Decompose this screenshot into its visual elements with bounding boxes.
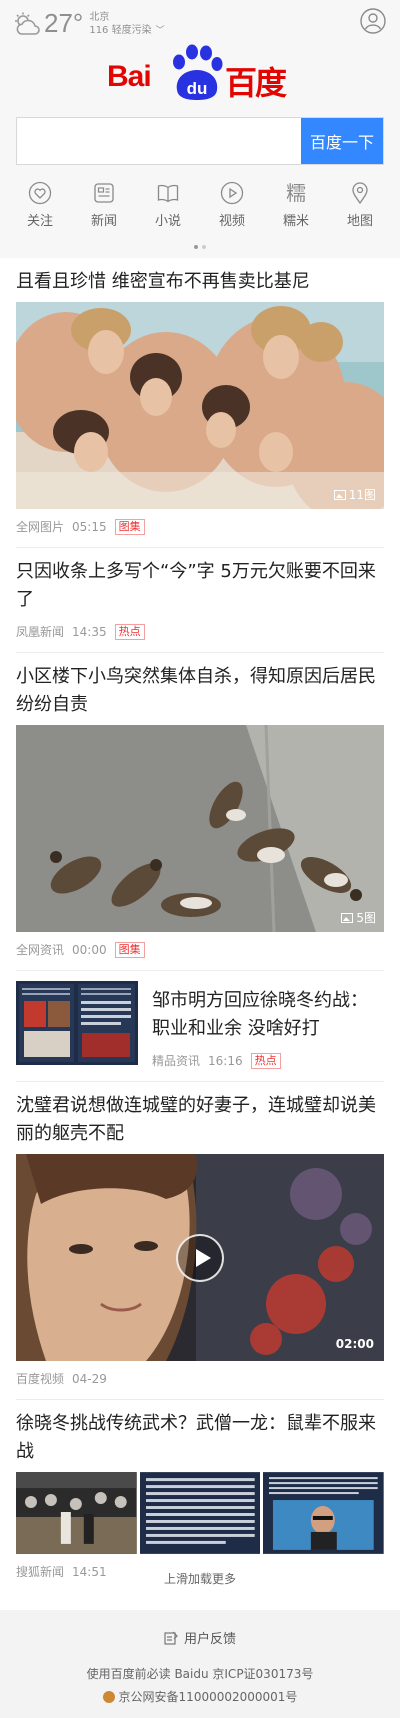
- nuomi-icon: 糯: [286, 181, 306, 205]
- card-source: 全网资讯: [16, 943, 65, 957]
- news-icon: [94, 183, 114, 203]
- card-source: 全网图片: [16, 520, 65, 534]
- feed-card[interactable]: 小区楼下小鸟突然集体自杀，得知原因后居民纷纷自责 5图 全网资讯 00:00 图…: [16, 653, 384, 971]
- carousel-indicator: [194, 245, 206, 249]
- icp-notice[interactable]: 使用百度前必读 Baidu 京ICP证030173号: [0, 1665, 400, 1682]
- logo-text-du: du: [187, 79, 208, 98]
- card-tag: 热点: [250, 1052, 281, 1069]
- beian-label: 京公网安备11000002000001号: [118, 1690, 298, 1704]
- card-image: [16, 1472, 137, 1554]
- card-title[interactable]: 且看且珍惜 维密宣布不再售卖比基尼: [16, 268, 384, 296]
- card-tag: 图集: [114, 518, 145, 535]
- paw-icon: du: [173, 44, 223, 100]
- map-pin-icon: [352, 182, 368, 205]
- card-time: 14:35: [72, 624, 107, 639]
- image-count-label: 11图: [348, 488, 376, 502]
- quick-link-label: 视频: [218, 214, 245, 229]
- play-button[interactable]: [176, 1233, 224, 1282]
- video-duration: 02:00: [335, 1337, 374, 1351]
- card-title[interactable]: 沈璧君说想做连城璧的好妻子，连城璧却说美丽的躯壳不配: [16, 1092, 384, 1148]
- logo-text-bai: Bai: [107, 60, 152, 93]
- quick-link-label: 小说: [154, 214, 181, 229]
- image-count: 5图: [341, 909, 376, 926]
- card-image: [139, 1472, 261, 1554]
- weather-widget[interactable]: 27° 北京 116 轻度污染 ﹀: [12, 8, 165, 38]
- city-name: 北京: [89, 12, 110, 23]
- gallery-icon: [341, 912, 354, 923]
- card-time: 05:15: [72, 519, 107, 534]
- card-source: 精品资讯: [152, 1054, 201, 1068]
- card-tag: 图集: [114, 941, 145, 958]
- quick-link-news[interactable]: 新闻: [76, 181, 132, 229]
- carousel-dot-active: [194, 245, 198, 249]
- feedback-link[interactable]: 用户反馈: [0, 1628, 400, 1647]
- news-feed: 且看且珍惜 维密宣布不再售卖比基尼 11图 全网图片 05:15 图集 只因收条…: [0, 258, 400, 1592]
- footer: 用户反馈 使用百度前必读 Baidu 京ICP证030173号 京公网安备110…: [0, 1610, 400, 1718]
- card-title[interactable]: 徐晓冬挑战传统武术？武僧一龙：鼠辈不服来战: [16, 1410, 384, 1466]
- book-icon: [157, 184, 179, 203]
- card-title[interactable]: 只因收条上多写个“今”字 5万元欠账要不回来了: [16, 558, 384, 614]
- card-title[interactable]: 小区楼下小鸟突然集体自杀，得知原因后居民纷纷自责: [16, 663, 384, 719]
- load-more-hint[interactable]: 上滑加载更多: [0, 1570, 400, 1587]
- search-input[interactable]: [17, 118, 301, 164]
- card-video[interactable]: 02:00: [16, 1154, 384, 1361]
- card-time: 16:16: [208, 1053, 243, 1068]
- beian-line[interactable]: 京公网安备11000002000001号: [0, 1688, 400, 1705]
- search-bar: 百度一下: [16, 117, 384, 165]
- quick-links: 关注 新闻 小说 视频 糯 糯米 地图: [0, 181, 400, 229]
- card-image: [263, 1472, 385, 1554]
- quick-link-label: 地图: [346, 214, 373, 229]
- feedback-label: 用户反馈: [183, 1632, 236, 1647]
- video-icon: [220, 181, 244, 205]
- photo-dead-birds: [16, 725, 384, 932]
- image-count: 11图: [333, 486, 376, 503]
- card-source: 百度视频: [16, 1372, 65, 1386]
- baidu-logo[interactable]: Bai du 百度: [107, 44, 293, 102]
- card-image[interactable]: 11图: [16, 302, 384, 509]
- weather-cloud-icon: [15, 12, 40, 35]
- quick-link-novel[interactable]: 小说: [140, 181, 196, 229]
- card-time: 00:00: [72, 942, 107, 957]
- gallery-icon: [333, 489, 346, 500]
- card-thumbnail[interactable]: [16, 981, 138, 1065]
- quick-link-label: 关注: [26, 214, 53, 229]
- logo-text-chinese: 百度: [225, 64, 287, 102]
- chevron-down-icon: ﹀: [155, 26, 165, 36]
- quick-link-label: 糯米: [282, 214, 309, 229]
- card-time: 04-29: [72, 1371, 107, 1386]
- feed-card[interactable]: 徐晓冬挑战传统武术？武僧一龙：鼠辈不服来战 搜狐新闻 14:51: [16, 1400, 385, 1592]
- card-image-row[interactable]: [16, 1472, 385, 1554]
- air-quality: 116 轻度污染: [89, 25, 152, 36]
- card-title[interactable]: 邹市明方回应徐晓冬约战：职业和业余 没啥好打: [152, 987, 384, 1043]
- edit-icon: [164, 1631, 178, 1645]
- photo-models-beach: [16, 302, 384, 509]
- card-image[interactable]: 5图: [16, 725, 384, 932]
- user-avatar-icon[interactable]: [360, 8, 386, 34]
- search-button[interactable]: 百度一下: [301, 118, 383, 164]
- feed-card[interactable]: 沈璧君说想做连城璧的好妻子，连城璧却说美丽的躯壳不配 02:00 百度视频 04…: [16, 1082, 384, 1400]
- quick-link-map[interactable]: 地图: [332, 181, 388, 229]
- carousel-dot: [202, 245, 206, 249]
- feed-card[interactable]: 只因收条上多写个“今”字 5万元欠账要不回来了 凤凰新闻 14:35 热点: [16, 548, 384, 653]
- feed-card[interactable]: 且看且珍惜 维密宣布不再售卖比基尼 11图 全网图片 05:15 图集: [16, 258, 384, 548]
- card-source: 凤凰新闻: [16, 625, 65, 639]
- quick-link-video[interactable]: 视频: [204, 181, 260, 229]
- police-badge-icon: [102, 1690, 115, 1703]
- card-tag: 热点: [114, 623, 145, 640]
- quick-link-nuomi[interactable]: 糯 糯米: [268, 181, 324, 229]
- feed-card[interactable]: 邹市明方回应徐晓冬约战：职业和业余 没啥好打 精品资讯 16:16 热点: [16, 971, 384, 1082]
- header-area: 27° 北京 116 轻度污染 ﹀ Bai du 百度 百度一下 关注 新闻 小…: [0, 0, 400, 258]
- image-count-label: 5图: [356, 911, 376, 925]
- quick-link-follow[interactable]: 关注: [12, 181, 68, 229]
- heart-icon: [28, 181, 52, 205]
- quick-link-label: 新闻: [90, 214, 117, 229]
- temperature: 27°: [44, 8, 84, 38]
